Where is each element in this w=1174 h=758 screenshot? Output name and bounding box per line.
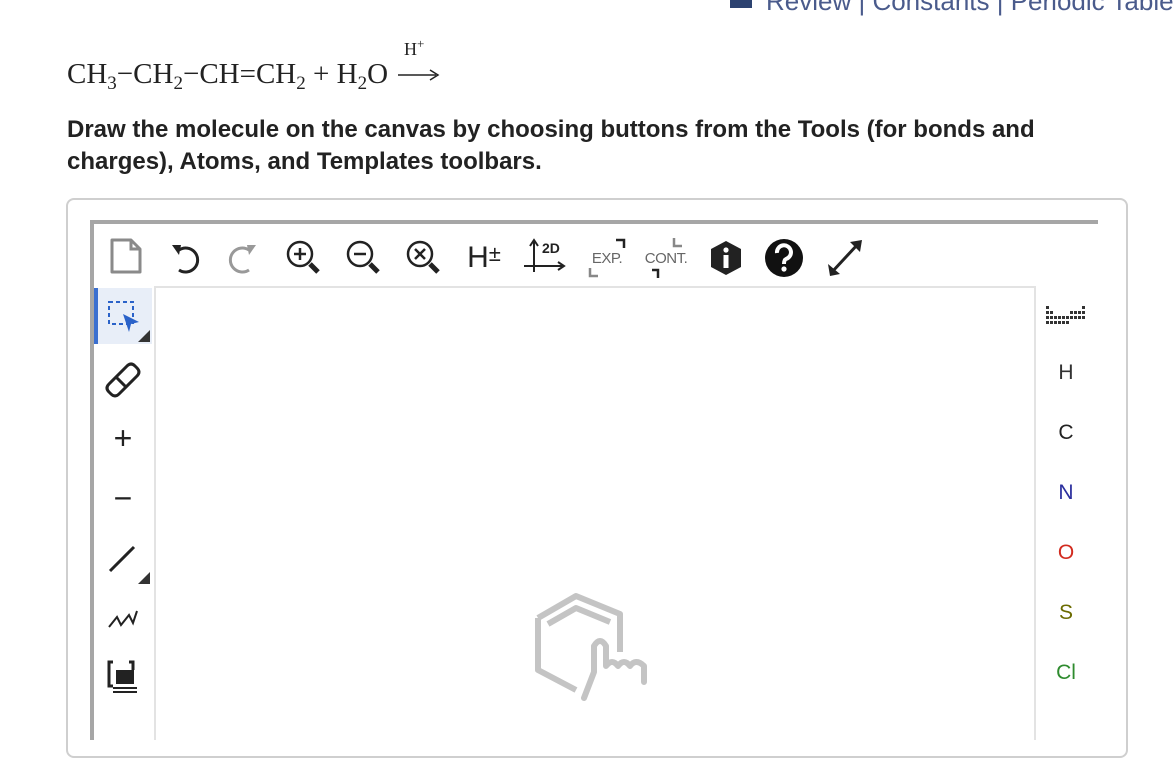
- reaction-equation: CH3−CH2−CH=CH2 + H2O H+: [67, 36, 442, 94]
- expand-label: EXP.: [591, 249, 623, 267]
- top-links[interactable]: Review | Constants | Periodic Table: [730, 0, 1174, 17]
- contract-label: CONT.: [644, 249, 688, 267]
- draw-placeholder-icon: [535, 593, 647, 701]
- eraser-icon: [105, 362, 141, 398]
- fullscreen-icon: [828, 240, 862, 276]
- atom-h-button[interactable]: H: [1036, 348, 1096, 398]
- zoom-in-button[interactable]: [282, 236, 326, 280]
- eraser-tool[interactable]: [94, 350, 152, 406]
- atom-n-label: N: [1058, 481, 1074, 504]
- water-o: O: [367, 58, 389, 90]
- plus-sign: +: [305, 58, 337, 90]
- redo-button[interactable]: [222, 238, 262, 278]
- positive-charge-tool[interactable]: +: [94, 410, 152, 466]
- info-icon: [711, 241, 741, 275]
- atom-o-label: O: [1057, 541, 1075, 564]
- reactant-ch2-terminal: CH: [255, 58, 297, 90]
- left-toolbar: + −: [94, 286, 154, 740]
- single-bond: −: [182, 58, 200, 90]
- atom-s-button[interactable]: S: [1036, 588, 1096, 638]
- bracket-icon: [107, 660, 137, 693]
- subscript: 2: [296, 73, 306, 94]
- water-h: H: [336, 58, 358, 90]
- plus-charge-icon: +: [113, 419, 133, 456]
- double-bond: =: [239, 58, 256, 90]
- subscript: 3: [107, 73, 117, 94]
- negative-charge-tool[interactable]: −: [94, 470, 152, 526]
- single-bond-icon: [108, 545, 136, 573]
- h-sign: ±: [488, 241, 501, 266]
- atom-s-label: S: [1058, 601, 1073, 624]
- twod-label: 2D: [542, 240, 560, 256]
- subscript: 2: [173, 73, 183, 94]
- atom-cl-label: Cl: [1056, 661, 1076, 684]
- help-icon: [765, 239, 803, 277]
- single-bond: −: [116, 58, 134, 90]
- atom-o-button[interactable]: O: [1036, 528, 1096, 578]
- help-button[interactable]: [762, 236, 806, 280]
- hydrogen-toggle-label: H±: [467, 241, 501, 275]
- bond-submenu-indicator: [138, 572, 150, 584]
- new-document-icon: [110, 238, 142, 274]
- zoom-out-button[interactable]: [342, 236, 386, 280]
- drawing-canvas[interactable]: [154, 286, 1036, 740]
- catalyst-h: H: [404, 39, 418, 59]
- expand-button[interactable]: EXP.: [582, 234, 632, 282]
- periodic-table-button[interactable]: [1036, 290, 1096, 340]
- select-submenu-indicator: [138, 330, 150, 342]
- redo-icon: [228, 245, 256, 274]
- new-document-button[interactable]: [106, 236, 146, 276]
- zoom-in-icon: [286, 240, 320, 274]
- reactant-ch2: CH: [133, 58, 174, 90]
- undo-button[interactable]: [166, 238, 206, 278]
- h-label: H: [467, 241, 489, 274]
- catalyst-charge: +: [417, 36, 425, 51]
- minus-charge-icon: −: [113, 479, 133, 516]
- select-tool[interactable]: [94, 288, 152, 344]
- atom-c-label: C: [1058, 421, 1074, 444]
- zoom-reset-icon: [406, 240, 440, 274]
- top-links-text[interactable]: Review | Constants | Periodic Table: [766, 0, 1174, 16]
- chain-icon: [108, 610, 138, 628]
- atom-n-button[interactable]: N: [1036, 468, 1096, 518]
- clean-2d-button[interactable]: 2D: [522, 236, 566, 280]
- single-bond-tool[interactable]: [94, 530, 152, 586]
- arrow-icon: [398, 69, 440, 81]
- atom-c-button[interactable]: C: [1036, 408, 1096, 458]
- zoom-out-icon: [346, 240, 380, 274]
- contract-button[interactable]: CONT.: [640, 234, 692, 282]
- info-button[interactable]: [706, 238, 746, 278]
- periodic-table-icon: [1046, 306, 1085, 324]
- reactant-ch: CH: [199, 58, 240, 90]
- fullscreen-button[interactable]: [820, 236, 870, 280]
- reactant-ch3: CH: [67, 58, 108, 90]
- undo-icon: [172, 245, 200, 274]
- book-icon: [730, 0, 752, 9]
- chain-tool[interactable]: [94, 590, 152, 646]
- hydrogen-toggle-button[interactable]: H±: [462, 238, 506, 278]
- catalyst-label: H+: [404, 36, 424, 60]
- subscript: 2: [357, 73, 368, 94]
- atoms-toolbar: H C N O S Cl: [1036, 286, 1098, 740]
- reaction-arrow: H+: [396, 36, 442, 91]
- molecule-editor: H± 2D EXP. CONT. + − H C N O S Cl: [90, 220, 1098, 740]
- atom-h-label: H: [1058, 361, 1074, 384]
- zoom-reset-button[interactable]: [402, 236, 446, 280]
- bracket-tool[interactable]: [94, 648, 152, 704]
- top-toolbar: H± 2D EXP. CONT.: [94, 224, 1098, 286]
- instructions-text: Draw the molecule on the canvas by choos…: [67, 116, 1035, 175]
- atom-cl-button[interactable]: Cl: [1036, 648, 1096, 698]
